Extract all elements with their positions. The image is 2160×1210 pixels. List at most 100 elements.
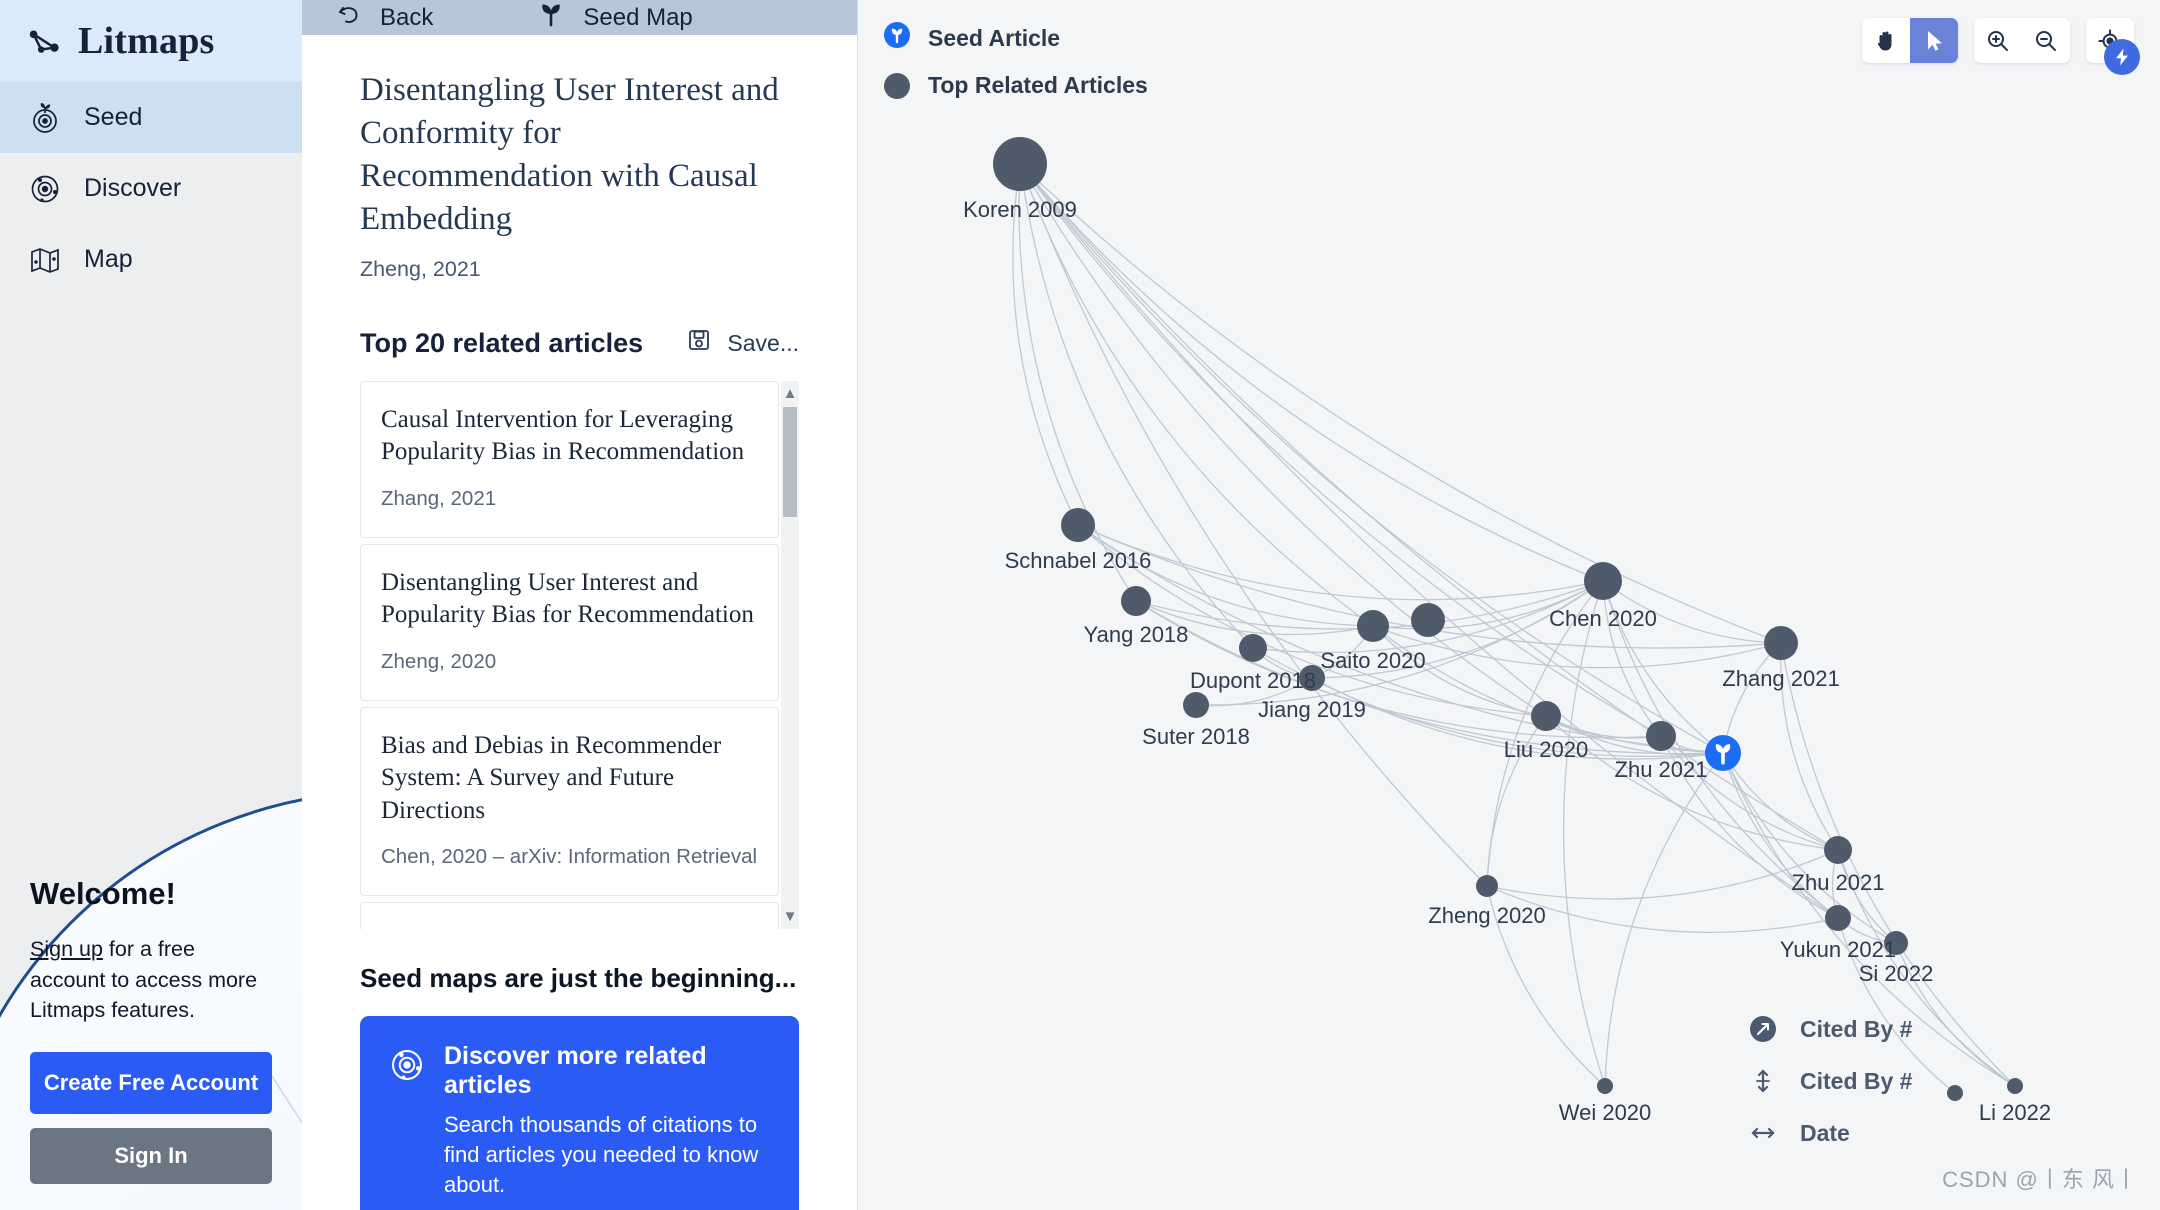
- sign-in-button[interactable]: Sign In: [30, 1128, 272, 1184]
- graph-edge: [1020, 164, 1253, 648]
- axis-legend-label: Cited By #: [1800, 1068, 1912, 1095]
- graph-edge: [1723, 643, 1781, 753]
- related-node[interactable]: [1183, 692, 1209, 718]
- related-articles-list: Causal Intervention for Leveraging Popul…: [360, 381, 799, 929]
- axis-legend: Cited By # Cited By # Date: [1748, 1014, 1912, 1170]
- pan-tool-button[interactable]: [1862, 18, 1910, 63]
- article-meta: Zhang, 2021: [381, 487, 758, 511]
- node-size-icon: [1748, 1014, 1778, 1044]
- article-title: A General Knowledge Distillation Framewo…: [381, 925, 758, 929]
- chevron-up-icon[interactable]: ▲: [783, 381, 798, 406]
- select-tool-button[interactable]: [1910, 18, 1958, 63]
- citation-graph[interactable]: Seed Article Top Related Articles Koren …: [858, 0, 2160, 1210]
- graph-edge: [1078, 525, 1603, 600]
- create-free-account-button[interactable]: Create Free Account: [30, 1052, 272, 1114]
- sidebar-item-map[interactable]: Map: [0, 224, 302, 295]
- sidebar-item-discover[interactable]: Discover: [0, 153, 302, 224]
- seed-node[interactable]: [1705, 735, 1741, 771]
- undo-arrow-icon: [336, 1, 362, 34]
- graph-edge: [1487, 581, 1603, 886]
- map-icon: [28, 243, 62, 277]
- upgrade-bolt-button[interactable]: [2104, 39, 2140, 75]
- sidebar-item-seed[interactable]: Seed: [0, 82, 302, 153]
- litmaps-app: Litmaps Seed: [0, 0, 2160, 1210]
- save-button[interactable]: Save...: [687, 328, 799, 358]
- axis-legend-size: Cited By #: [1748, 1014, 1912, 1044]
- related-node[interactable]: [1411, 603, 1445, 637]
- graph-canvas[interactable]: [858, 0, 2160, 1210]
- graph-edge: [1605, 753, 1723, 1086]
- litmaps-logo-icon: [26, 22, 64, 60]
- related-node[interactable]: [1357, 610, 1389, 642]
- related-node[interactable]: [1584, 562, 1622, 600]
- legend-item-seed: Seed Article: [884, 22, 1148, 54]
- sign-up-link[interactable]: Sign up: [30, 937, 103, 961]
- related-node[interactable]: [1597, 1078, 1613, 1094]
- related-node[interactable]: [1884, 931, 1908, 955]
- graph-edge: [1564, 581, 1605, 1086]
- discover-icon: [388, 1046, 426, 1084]
- graph-edge: [1487, 886, 1605, 1086]
- back-button[interactable]: Back: [326, 1, 443, 34]
- tool-group-recenter: [2086, 18, 2134, 63]
- zoom-out-button[interactable]: [2022, 18, 2070, 63]
- scrollbar-thumb[interactable]: [783, 407, 797, 517]
- discover-promo-card[interactable]: Discover more related articles Search th…: [360, 1016, 799, 1210]
- related-node[interactable]: [1299, 665, 1325, 691]
- list-scrollbar[interactable]: ▲ ▼: [781, 381, 799, 929]
- graph-edge: [1838, 850, 1896, 943]
- sidebar-item-label: Map: [84, 245, 133, 274]
- sidebar-item-label: Seed: [84, 103, 142, 132]
- axis-legend-label: Cited By #: [1800, 1016, 1912, 1043]
- related-node[interactable]: [1764, 626, 1798, 660]
- promo-body: Search thousands of citations to find ar…: [444, 1110, 771, 1201]
- welcome-title: Welcome!: [30, 876, 272, 912]
- related-list-header: Top 20 related articles Save...: [360, 328, 799, 359]
- discover-icon: [28, 172, 62, 206]
- seed-map-title[interactable]: Seed Map: [527, 0, 702, 35]
- related-node[interactable]: [1531, 701, 1561, 731]
- graph-edge: [1020, 164, 1603, 581]
- brand-header: Litmaps: [0, 0, 302, 82]
- graph-edge: [1020, 164, 1781, 643]
- related-node[interactable]: [1825, 905, 1851, 931]
- bolt-icon: [2112, 47, 2132, 67]
- beginning-heading: Seed maps are just the beginning...: [360, 963, 799, 994]
- related-articles-scrollarea[interactable]: Causal Intervention for Leveraging Popul…: [360, 381, 799, 929]
- graph-edge: [1487, 886, 1838, 932]
- back-label: Back: [380, 4, 433, 32]
- related-node[interactable]: [993, 137, 1047, 191]
- vertical-axis-icon: [1748, 1066, 1778, 1096]
- related-node[interactable]: [1121, 586, 1151, 616]
- axis-legend-label: Date: [1800, 1120, 1850, 1147]
- related-node[interactable]: [1947, 1085, 1963, 1101]
- graph-edge: [1723, 753, 1896, 943]
- zoom-in-button[interactable]: [1974, 18, 2022, 63]
- save-label: Save...: [727, 330, 799, 357]
- related-node[interactable]: [1824, 836, 1852, 864]
- seed-node-icon: [884, 22, 910, 54]
- related-node[interactable]: [1061, 508, 1095, 542]
- graph-edge: [1546, 716, 1723, 755]
- related-node[interactable]: [1476, 875, 1498, 897]
- seed-icon: [28, 101, 62, 135]
- welcome-panel: Welcome! Sign up for a free account to a…: [0, 876, 302, 1210]
- related-list-heading: Top 20 related articles: [360, 328, 643, 359]
- related-node[interactable]: [2007, 1078, 2023, 1094]
- chevron-down-icon[interactable]: ▼: [783, 904, 798, 929]
- seed-article-title: Disentangling User Interest and Conformi…: [360, 69, 799, 241]
- related-node[interactable]: [1646, 721, 1676, 751]
- list-item[interactable]: Causal Intervention for Leveraging Popul…: [360, 381, 779, 538]
- list-item[interactable]: A General Knowledge Distillation Framewo…: [360, 902, 779, 929]
- article-meta: Zheng, 2020: [381, 650, 758, 674]
- axis-legend-x: Date: [1748, 1118, 1912, 1148]
- seed-map-label: Seed Map: [583, 4, 692, 32]
- brand-name: Litmaps: [78, 19, 215, 63]
- legend-label: Seed Article: [928, 25, 1060, 52]
- floppy-disk-icon: [687, 328, 711, 358]
- related-node[interactable]: [1239, 634, 1267, 662]
- sidebar-item-label: Discover: [84, 174, 181, 203]
- article-title: Disentangling User Interest and Populari…: [381, 567, 758, 632]
- list-item[interactable]: Bias and Debias in Recommender System: A…: [360, 707, 779, 897]
- list-item[interactable]: Disentangling User Interest and Populari…: [360, 544, 779, 701]
